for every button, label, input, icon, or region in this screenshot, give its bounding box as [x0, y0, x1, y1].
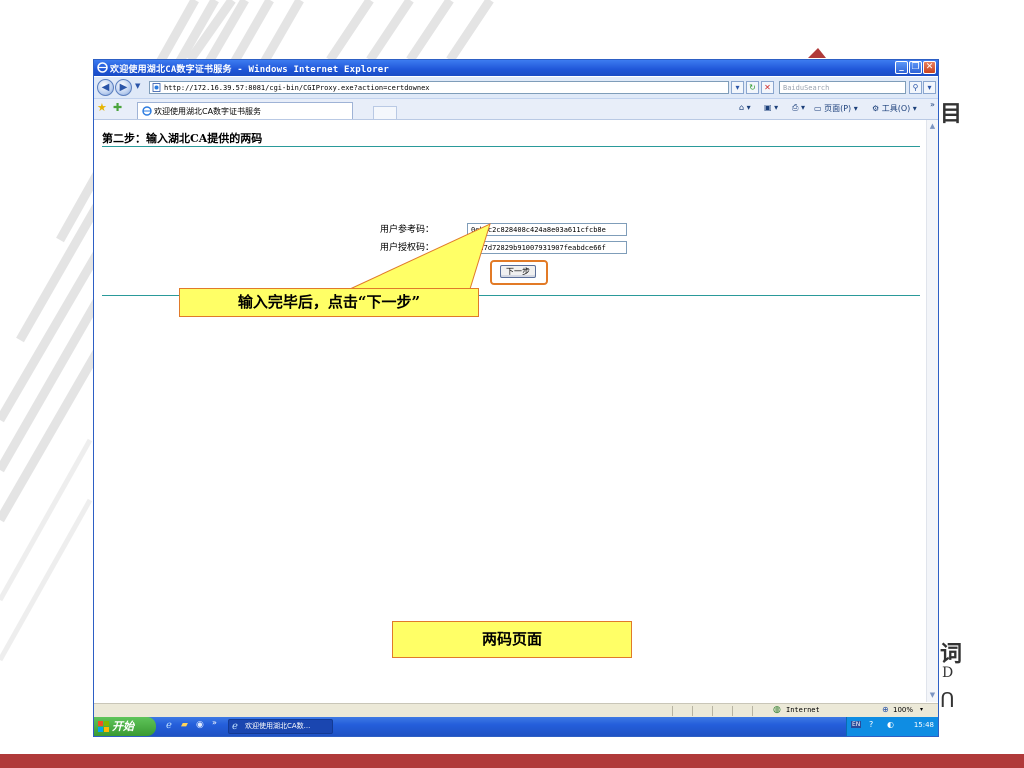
slide-bottom-bar — [0, 754, 1024, 768]
slide-logo-fragment: ᑎ — [940, 688, 955, 712]
taskbar: 开始 ℯ ▰ ◉ » ℯ 欢迎使用湖北CA数... EN ? ◐ 15:48 — [94, 717, 938, 736]
back-button[interactable]: ◀ — [97, 79, 114, 96]
page-menu[interactable]: ▭ 页面(P) ▾ — [814, 103, 858, 114]
start-button[interactable]: 开始 — [94, 717, 156, 736]
stop-button[interactable]: ✕ — [761, 81, 774, 94]
forward-button[interactable]: ▶ — [115, 79, 132, 96]
volume-icon[interactable]: ◐ — [887, 720, 894, 729]
print-icon[interactable]: ⎙ ▾ — [792, 103, 805, 113]
ie-page-icon — [142, 106, 152, 116]
zoom-icon[interactable]: ⊕ — [882, 705, 889, 714]
ref-code-label: 用户参考码： — [380, 225, 435, 235]
help-icon[interactable]: ? — [869, 720, 873, 729]
windows-flag-icon — [98, 721, 109, 732]
zoom-dropdown-icon[interactable]: ▾ — [920, 706, 923, 713]
title-divider — [102, 146, 920, 147]
ie-logo-icon — [97, 62, 108, 73]
home-icon[interactable]: ⌂ ▾ — [739, 103, 751, 112]
scroll-down-icon[interactable]: ▼ — [927, 690, 938, 701]
new-tab-button[interactable] — [373, 106, 397, 120]
quicklaunch-ie-icon[interactable]: ℯ — [166, 720, 172, 731]
auth-code-input[interactable]: 9cd7d72829b91007931907feabdce66f — [467, 241, 627, 254]
window-title: 欢迎使用湖北CA数字证书服务 - Windows Internet Explor… — [110, 65, 389, 75]
search-options-button[interactable]: ▾ — [923, 81, 936, 94]
taskbar-item-label: 欢迎使用湖北CA数... — [245, 722, 311, 730]
system-tray: EN ? ◐ 15:48 — [846, 717, 938, 736]
address-text: http://172.16.39.57:8081/cgi-bin/CGIProx… — [164, 84, 430, 92]
tab-current[interactable]: 欢迎使用湖北CA数字证书服务 — [137, 102, 397, 120]
search-button[interactable]: ⚲ — [909, 81, 922, 94]
address-toolbar: ◀ ▶ ▼ http://172.16.39.57:8081/cgi-bin/C… — [94, 77, 938, 99]
taskbar-ie-icon: ℯ — [232, 721, 238, 732]
clock: 15:48 — [913, 721, 934, 729]
language-icon[interactable]: EN — [851, 721, 862, 728]
address-input[interactable]: http://172.16.39.57:8081/cgi-bin/CGIProx… — [149, 81, 729, 94]
page-title: 第二步：输入湖北CA提供的两码 — [102, 132, 263, 145]
minimize-button[interactable]: _ — [895, 61, 908, 74]
tab-bar: ★ ✚ 欢迎使用湖北CA数字证书服务 ⌂ ▾ ▣ ▾ ⎙ ▾ ▭ 页面(P) ▾… — [94, 99, 938, 120]
history-dropdown-icon[interactable]: ▼ — [135, 82, 140, 90]
close-button[interactable]: ✕ — [923, 61, 936, 74]
next-hint-callout: 输入完毕后，点击“下一步” — [179, 288, 479, 317]
slide-logo-fragment: 目 — [940, 101, 963, 127]
slide-logo-fragment: D — [942, 665, 954, 681]
taskbar-window-item[interactable]: ℯ 欢迎使用湖北CA数... — [228, 719, 333, 734]
zone-label: Internet — [786, 706, 820, 714]
add-favorite-icon[interactable]: ✚ — [113, 101, 122, 114]
search-input[interactable]: BaiduSearch — [779, 81, 906, 94]
tab-label: 欢迎使用湖北CA数字证书服务 — [154, 107, 262, 116]
start-label: 开始 — [112, 720, 134, 733]
page-content: 第二步：输入湖北CA提供的两码 用户参考码： 0ebbc2c828408c424… — [94, 120, 926, 702]
maximize-button[interactable]: ❐ — [909, 61, 922, 74]
quicklaunch-folder-icon[interactable]: ▰ — [181, 720, 188, 730]
quicklaunch-media-icon[interactable]: ◉ — [196, 720, 204, 730]
auth-code-label: 用户授权码： — [380, 243, 435, 253]
quicklaunch-more-icon[interactable]: » — [212, 718, 217, 727]
feeds-icon[interactable]: ▣ ▾ — [764, 103, 778, 112]
vertical-scrollbar[interactable]: ▲ ▼ — [926, 120, 938, 702]
tools-menu[interactable]: ⚙ 工具(O) ▾ — [872, 103, 917, 114]
zoom-level[interactable]: 100% — [893, 706, 913, 714]
address-dropdown-button[interactable]: ▾ — [731, 81, 744, 94]
chevron-more-icon[interactable]: » — [930, 100, 935, 109]
globe-icon: ◍ — [773, 705, 781, 715]
ref-code-input[interactable]: 0ebbc2c828408c424a8e03a611cfcb8e — [467, 223, 627, 236]
title-bar: 欢迎使用湖北CA数字证书服务 - Windows Internet Explor… — [94, 60, 938, 76]
slide-logo-fragment: 词 — [940, 641, 963, 667]
refresh-button[interactable]: ↻ — [746, 81, 759, 94]
next-button[interactable]: 下一步 — [500, 265, 536, 278]
favorites-star-icon[interactable]: ★ — [97, 101, 107, 114]
page-icon — [152, 83, 161, 92]
scroll-up-icon[interactable]: ▲ — [927, 121, 938, 132]
status-bar: ◍ Internet ⊕ 100% ▾ — [94, 703, 938, 718]
page-caption-callout: 两码页面 — [392, 621, 632, 658]
